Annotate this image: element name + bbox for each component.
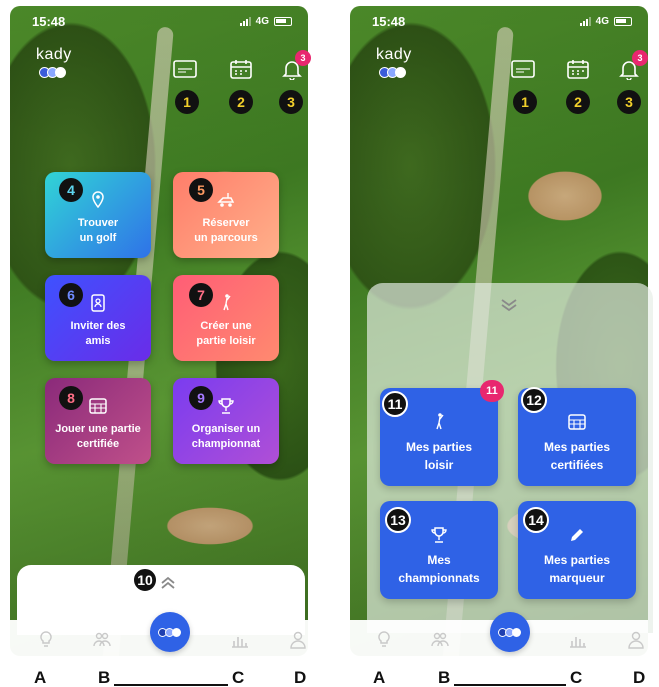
network-label: 4G [255, 15, 269, 27]
home-logo-button[interactable] [150, 612, 190, 652]
status-time: 15:48 [372, 13, 406, 29]
marker-7: 7 [189, 283, 213, 307]
bell-icon[interactable]: 3 [277, 50, 311, 82]
label-a: A [373, 668, 386, 687]
label-b: B [98, 668, 111, 687]
home-logo-button[interactable] [490, 612, 530, 652]
lightbulb-icon[interactable] [374, 630, 394, 650]
profile-icon[interactable] [626, 630, 646, 650]
notification-badge: 3 [295, 50, 311, 66]
golfer-icon [429, 412, 449, 432]
marker-2: 2 [566, 90, 590, 114]
app-logo: kady [36, 46, 72, 78]
network-label: 4G [595, 15, 609, 27]
calendar-icon[interactable] [226, 56, 256, 82]
marker-3: 3 [279, 90, 303, 114]
status-bar: 15:48 4G [10, 6, 308, 36]
label-c: C [570, 668, 583, 687]
battery-icon [614, 16, 632, 26]
battery-icon [274, 16, 292, 26]
golf-card-icon[interactable] [508, 56, 538, 82]
bell-icon[interactable]: 3 [614, 50, 648, 82]
label-d: D [633, 668, 646, 687]
chevron-down-icon[interactable] [500, 298, 518, 317]
stats-icon[interactable] [568, 630, 588, 650]
friends-icon[interactable] [92, 630, 112, 650]
lightbulb-icon[interactable] [36, 630, 56, 650]
label-b: B [438, 668, 451, 687]
friends-icon[interactable] [430, 630, 450, 650]
marker-11: 11 [382, 391, 408, 417]
marker-13: 13 [385, 507, 411, 533]
golf-card-icon[interactable] [170, 56, 200, 82]
signal-icon [239, 16, 251, 26]
scorecard-icon [88, 396, 108, 416]
notification-badge: 3 [632, 50, 648, 66]
trophy-icon [429, 525, 449, 545]
marker-1: 1 [513, 90, 537, 114]
marker-10: 10 [132, 567, 158, 593]
marker-14: 14 [523, 507, 549, 533]
location-pin-icon [88, 190, 108, 210]
profile-icon[interactable] [288, 630, 308, 650]
marker-4: 4 [59, 178, 83, 202]
golfer-icon [216, 293, 236, 313]
marker-12: 12 [521, 387, 547, 413]
bottom-nav [10, 612, 308, 656]
logo-dots-icon [157, 627, 181, 637]
divider-line [454, 684, 566, 686]
marker-8: 8 [59, 386, 83, 410]
scorecard-icon [567, 412, 587, 432]
leisure-count-badge: 11 [480, 380, 504, 402]
bottom-nav [350, 612, 648, 656]
label-a: A [34, 668, 47, 687]
stats-icon[interactable] [230, 630, 250, 650]
marker-5: 5 [189, 178, 213, 202]
logo-dots-icon [36, 67, 72, 78]
contact-card-icon [88, 293, 108, 313]
status-time: 15:48 [32, 13, 66, 29]
chevron-up-icon[interactable] [160, 576, 176, 595]
logo-dots-icon [497, 627, 521, 637]
pencil-icon [567, 525, 587, 545]
app-logo: kady [376, 46, 412, 78]
logo-dots-icon [376, 67, 412, 78]
marker-2: 2 [229, 90, 253, 114]
marker-1: 1 [175, 90, 199, 114]
marker-3: 3 [617, 90, 641, 114]
divider-line [114, 684, 228, 686]
label-c: C [232, 668, 245, 687]
marker-6: 6 [59, 283, 83, 307]
trophy-icon [216, 396, 236, 416]
golf-cart-icon [216, 190, 236, 210]
label-d: D [294, 668, 307, 687]
marker-9: 9 [189, 386, 213, 410]
organize-championship-button[interactable]: Organiser un championnat [173, 378, 279, 464]
create-leisure-game-button[interactable]: Créer une partie loisir [173, 275, 279, 361]
status-bar: 15:48 4G [350, 6, 648, 36]
calendar-icon[interactable] [563, 56, 593, 82]
signal-icon [579, 16, 591, 26]
